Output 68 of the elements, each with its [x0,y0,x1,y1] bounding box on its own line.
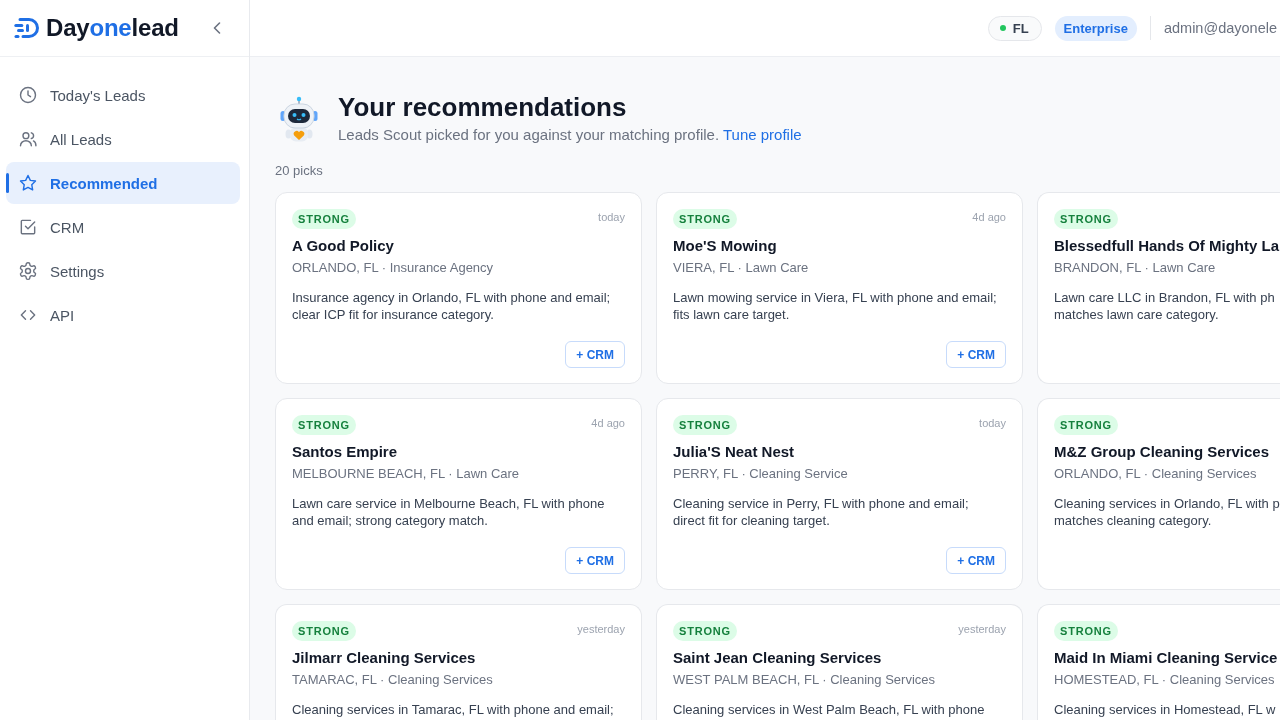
match-badge: STRONG [292,621,356,641]
add-to-crm-button[interactable]: + CRM [565,341,625,368]
add-to-crm-button[interactable]: + CRM [946,547,1006,574]
time-label: today [598,210,625,224]
match-badge: STRONG [673,415,737,435]
lead-name: Jilmarr Cleaning Services [292,648,476,668]
lead-name: Santos Empire [292,442,398,462]
add-to-crm-button[interactable]: + CRM [946,341,1006,368]
clock-icon [18,85,38,105]
user-email: admin@dayonele [1163,20,1277,36]
chevron-left-icon[interactable] [213,22,221,34]
time-label: yesterday [577,622,625,636]
match-badge: STRONG [1054,415,1118,435]
match-badge: STRONG [1054,621,1118,641]
nav-item[interactable]: Recommended [6,162,240,204]
lead-description: Cleaning services in Homestead, FL w [1054,701,1276,718]
lead-description: Cleaning services in Orlando, FL with p matches cleaning category. [1054,495,1280,529]
lead-name: Blessedfull Hands Of Mighty La [1054,236,1280,256]
logo-wordmark: Dayonelead [46,14,179,42]
lead-location: VIERA, FL · Lawn Care [673,259,809,277]
lead-location: MELBOURNE BEACH, FL · Lawn Care [292,465,520,483]
settings-icon [18,261,38,281]
nav-item[interactable]: Settings [6,250,240,292]
lead-description: Cleaning service in Perry, FL with phone and email; direct fit for cleaning target. [673,495,969,529]
match-badge: STRONG [292,415,356,435]
match-badge: STRONG [1054,209,1118,229]
lead-name: A Good Policy [292,236,394,256]
lead-description: Cleaning services in West Palm Beach, FL with phone [673,701,985,718]
lead-description: Cleaning services in Tamarac, FL with phone and email; [292,701,614,718]
robot-icon [279,95,319,142]
lead-location: PERRY, FL · Cleaning Service [673,465,848,483]
lead-name: Saint Jean Cleaning Services [673,648,882,668]
time-label: 4d ago [972,210,1006,224]
picks-count: 20 picks [275,162,323,180]
time-label: today [979,416,1006,430]
nav-item[interactable]: API [6,294,240,336]
lead-name: Maid In Miami Cleaning Service [1054,648,1278,668]
lead-description: Lawn care LLC in Brandon, FL with ph matches lawn care category. [1054,289,1275,323]
lead-location: WEST PALM BEACH, FL · Cleaning Services [673,671,935,689]
time-label: 4d ago [591,416,625,430]
tune-profile-link[interactable]: Tune profile [722,126,802,143]
lead-name: M&Z Group Cleaning Services [1054,442,1270,462]
nav-item[interactable]: Today's Leads [6,74,240,116]
nav-item[interactable]: CRM [6,206,240,248]
add-to-crm-button[interactable]: + CRM [565,547,625,574]
time-label: yesterday [958,622,1006,636]
match-badge: STRONG [673,621,737,641]
lead-name: Moe'S Mowing [673,236,777,256]
lead-location: HOMESTEAD, FL · Cleaning Services [1054,671,1275,689]
lead-location: TAMARAC, FL · Cleaning Services [292,671,493,689]
lead-location: ORLANDO, FL · Cleaning Services [1054,465,1257,483]
match-badge: STRONG [673,209,737,229]
star-icon [18,173,38,193]
lead-location: BRANDON, FL · Lawn Care [1054,259,1216,277]
checkbox-icon [18,217,38,237]
page-title: Your recommendations [338,91,628,123]
lead-name: Julia'S Neat Nest [673,442,795,462]
lead-location: ORLANDO, FL · Insurance Agency [292,259,494,277]
nav-item[interactable]: All Leads [6,118,240,160]
plan-badge: Enterprise [1054,15,1137,41]
region-label: FL [1012,20,1029,36]
lead-description: Lawn care service in Melbourne Beach, FL with phone and email; strong category match. [292,495,605,529]
status-dot-icon [999,25,1006,31]
match-badge: STRONG [292,209,356,229]
page-subtitle: Leads Scout picked for you against your matching profile. Tune profile [338,125,802,145]
lead-description: Insurance agency in Orlando, FL with phone and email; clear ICP fit for insurance category. [292,289,611,323]
people-icon [18,129,38,149]
lead-description: Lawn mowing service in Viera, FL with phone and email; fits lawn care target. [673,289,997,323]
